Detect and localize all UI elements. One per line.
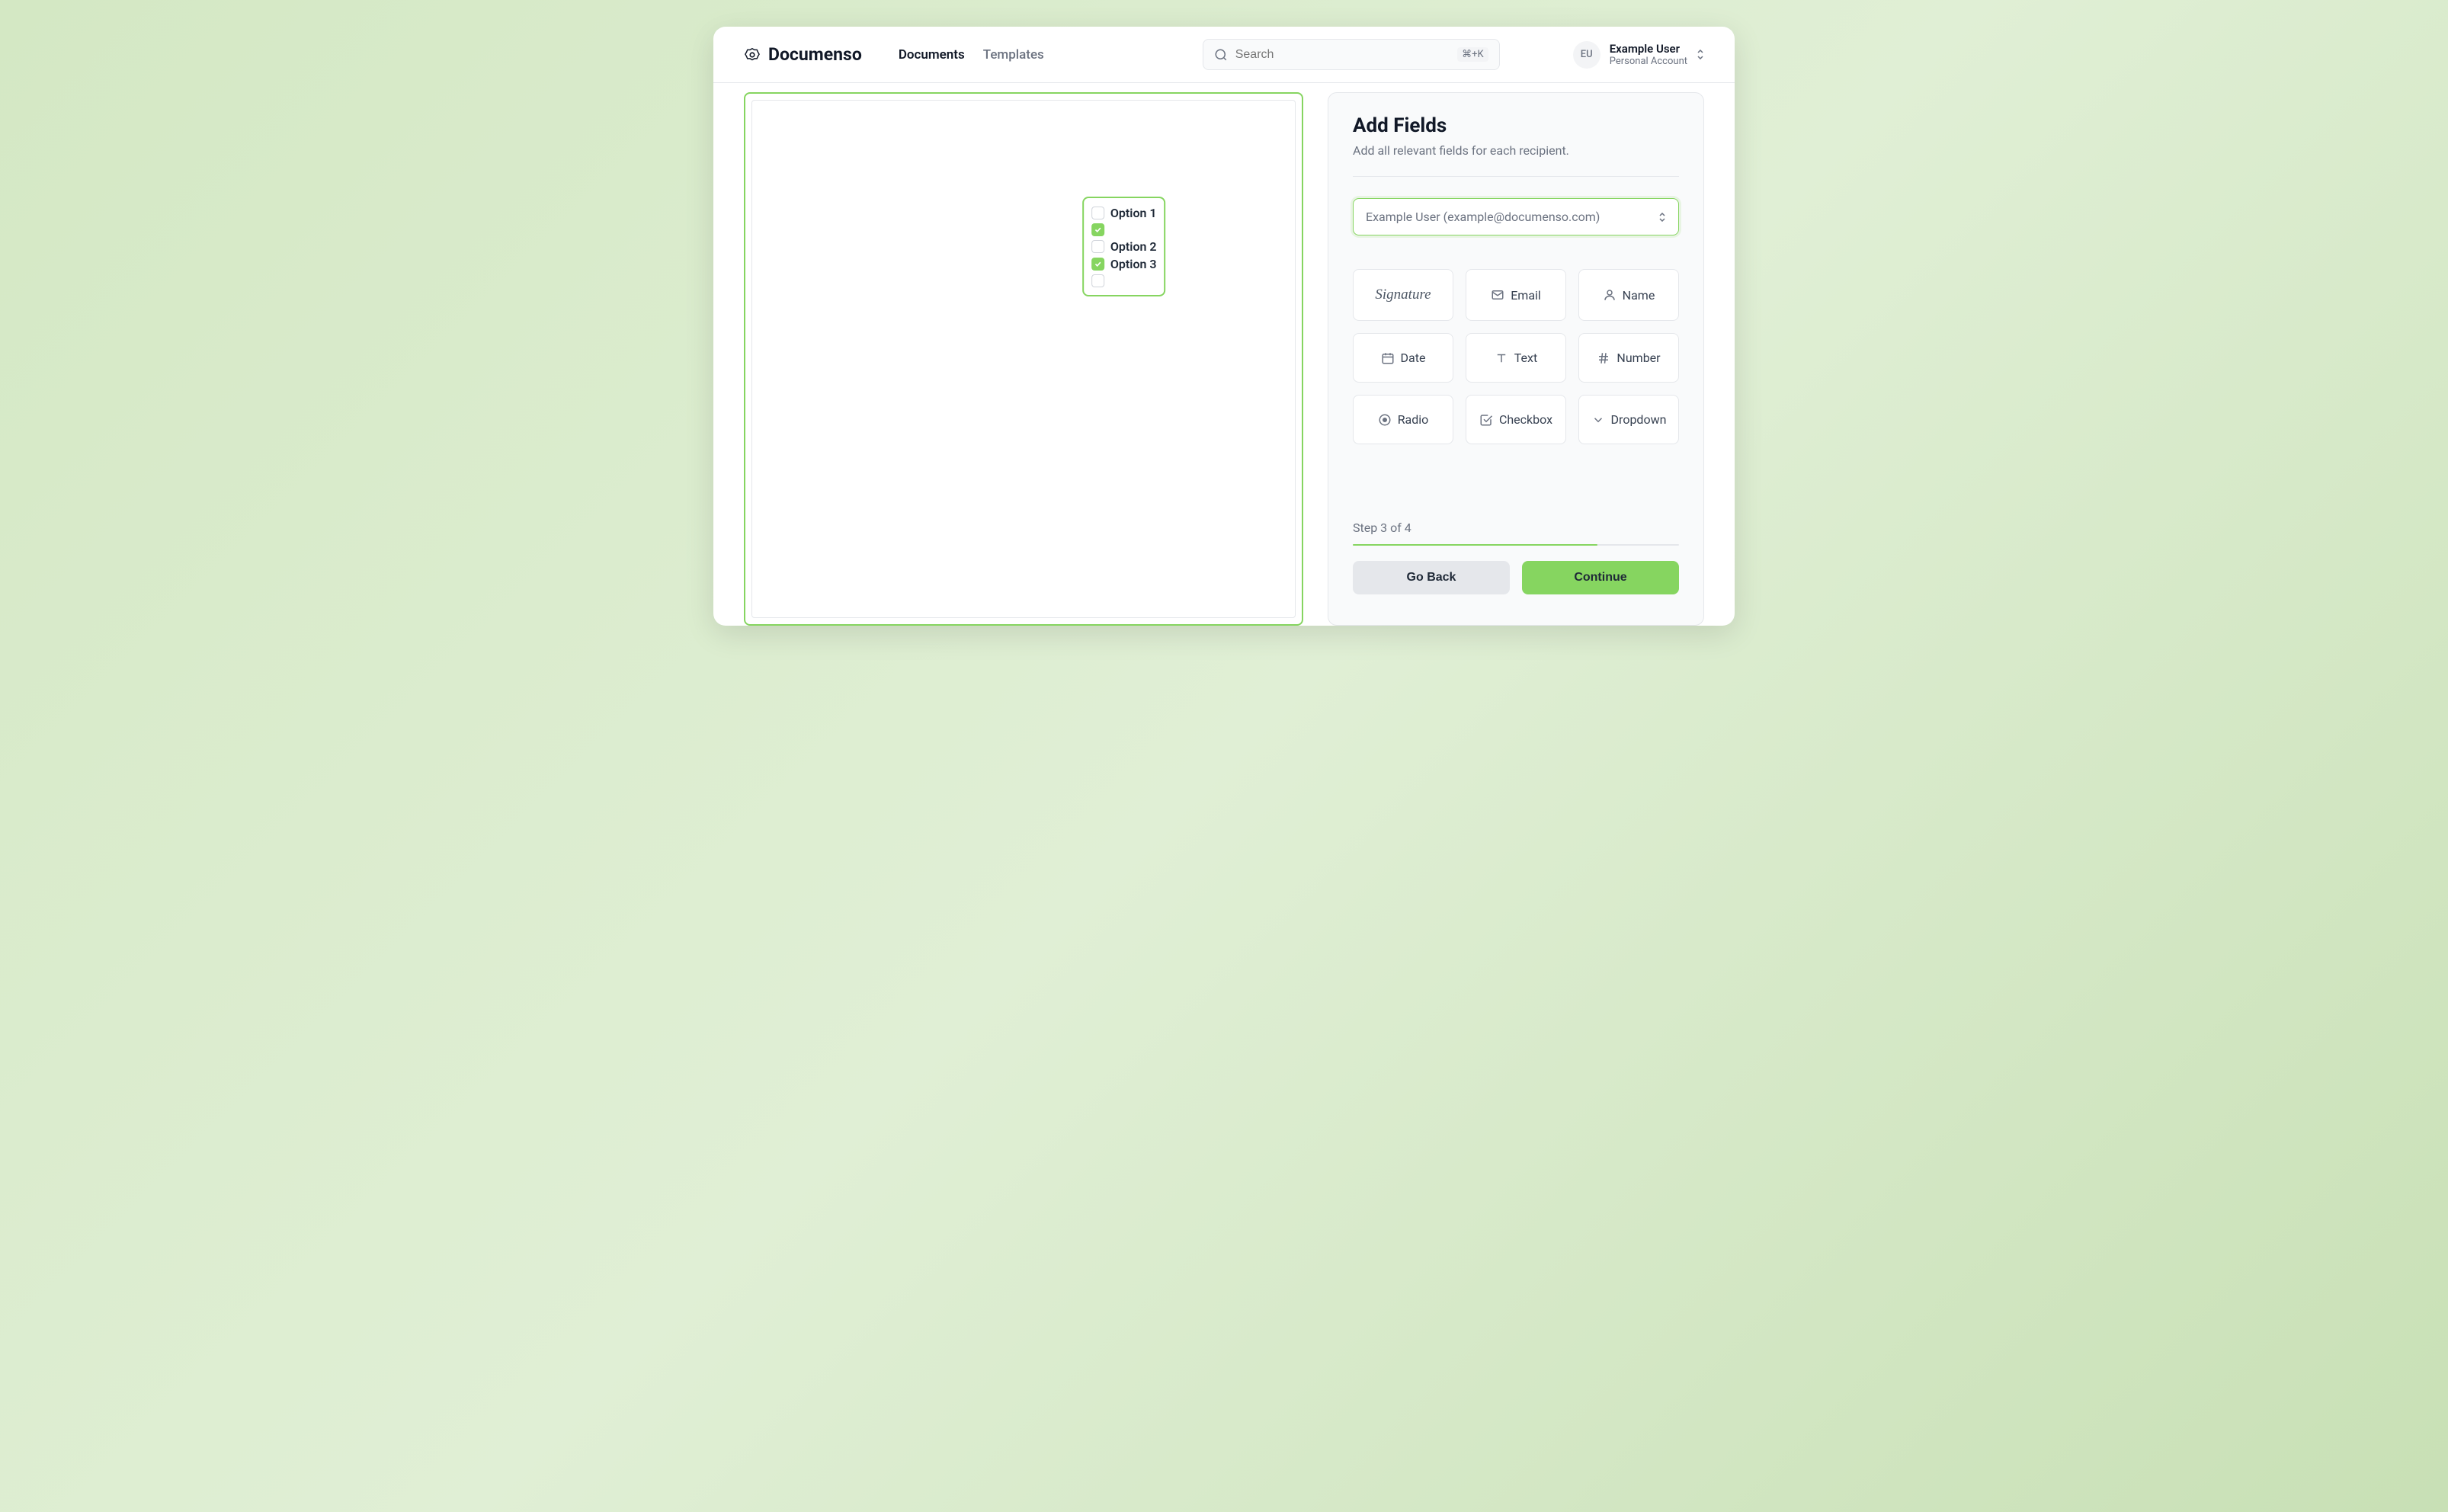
checkbox-option-2[interactable]: Option 2 [1091,238,1157,255]
sidebar-subtitle: Add all relevant fields for each recipie… [1353,143,1679,158]
field-grid: Signature Email Name Date Text [1353,269,1679,444]
field-text[interactable]: Text [1466,333,1566,383]
continue-button[interactable]: Continue [1522,561,1679,594]
sidebar: Add Fields Add all relevant fields for e… [1328,92,1704,626]
document-page: Option 1 Option 2 [751,100,1296,618]
logo[interactable]: Documenso [744,44,862,65]
checkbox-unchecked-icon [1091,207,1104,219]
option-label: Option 2 [1110,239,1157,254]
nav-documents[interactable]: Documents [899,47,965,62]
mail-icon [1491,288,1504,302]
header: Documenso Documents Templates ⌘+K EU Exa… [713,27,1735,83]
field-label: Name [1623,288,1655,303]
field-label: Number [1617,351,1660,365]
field-label: Checkbox [1499,412,1552,427]
recipient-select[interactable]: Example User (example@documenso.com) [1353,198,1679,235]
checkbox-option-blank[interactable] [1091,273,1157,289]
search-icon [1214,48,1228,62]
field-label: Dropdown [1611,412,1667,427]
user-menu[interactable]: EU Example User Personal Account [1573,41,1704,69]
text-icon [1495,351,1508,365]
field-number[interactable]: Number [1578,333,1679,383]
field-label: Email [1511,288,1541,303]
signature-label: Signature [1375,287,1431,303]
option-label: Option 1 [1110,206,1157,220]
field-radio[interactable]: Radio [1353,395,1453,444]
field-checkbox[interactable]: Checkbox [1466,395,1566,444]
nav-templates[interactable]: Templates [983,47,1044,62]
nav: Documents Templates [899,47,1044,62]
field-label: Text [1514,351,1537,365]
progress-bar [1353,544,1679,546]
radio-icon [1378,413,1392,427]
progress-fill [1353,544,1597,546]
recipient-value: Example User (example@documenso.com) [1366,210,1600,224]
chevron-up-down-icon [1658,213,1666,222]
avatar: EU [1573,41,1600,69]
chevron-up-down-icon [1697,50,1704,59]
document-preview[interactable]: Option 1 Option 2 [744,92,1303,626]
checkbox-field-widget[interactable]: Option 1 Option 2 [1082,197,1166,296]
checkbox-unchecked-icon [1091,274,1104,287]
field-signature[interactable]: Signature [1353,269,1453,321]
checkbox-unchecked-icon [1091,240,1104,253]
field-label: Date [1401,351,1426,365]
app-window: Documenso Documents Templates ⌘+K EU Exa… [713,27,1735,626]
user-account: Personal Account [1610,56,1687,67]
search-input[interactable] [1235,48,1450,62]
logo-icon [744,46,761,63]
step-indicator: Step 3 of 4 [1353,521,1679,535]
field-label: Radio [1398,412,1429,427]
field-email[interactable]: Email [1466,269,1566,321]
field-date[interactable]: Date [1353,333,1453,383]
calendar-icon [1381,351,1395,365]
checkbox-option-3[interactable]: Option 3 [1091,255,1157,273]
user-info: Example User Personal Account [1610,42,1687,67]
user-name: Example User [1610,42,1687,56]
button-row: Go Back Continue [1353,561,1679,594]
checkbox-checked-icon [1091,258,1104,271]
option-label: Option 3 [1110,257,1157,271]
search-bar[interactable]: ⌘+K [1203,39,1500,70]
main-content: Option 1 Option 2 [713,83,1735,626]
chevron-down-icon [1591,413,1605,427]
field-dropdown[interactable]: Dropdown [1578,395,1679,444]
hash-icon [1597,351,1610,365]
go-back-button[interactable]: Go Back [1353,561,1510,594]
search-shortcut: ⌘+K [1457,47,1488,62]
divider [1353,176,1679,177]
logo-text: Documenso [768,44,862,65]
checkbox-checked-icon [1091,223,1104,236]
user-icon [1603,288,1617,302]
checkbox-option-blank-checked[interactable] [1091,222,1157,238]
field-name[interactable]: Name [1578,269,1679,321]
checkbox-option-1[interactable]: Option 1 [1091,204,1157,222]
sidebar-title: Add Fields [1353,114,1679,137]
checkbox-icon [1479,413,1493,427]
